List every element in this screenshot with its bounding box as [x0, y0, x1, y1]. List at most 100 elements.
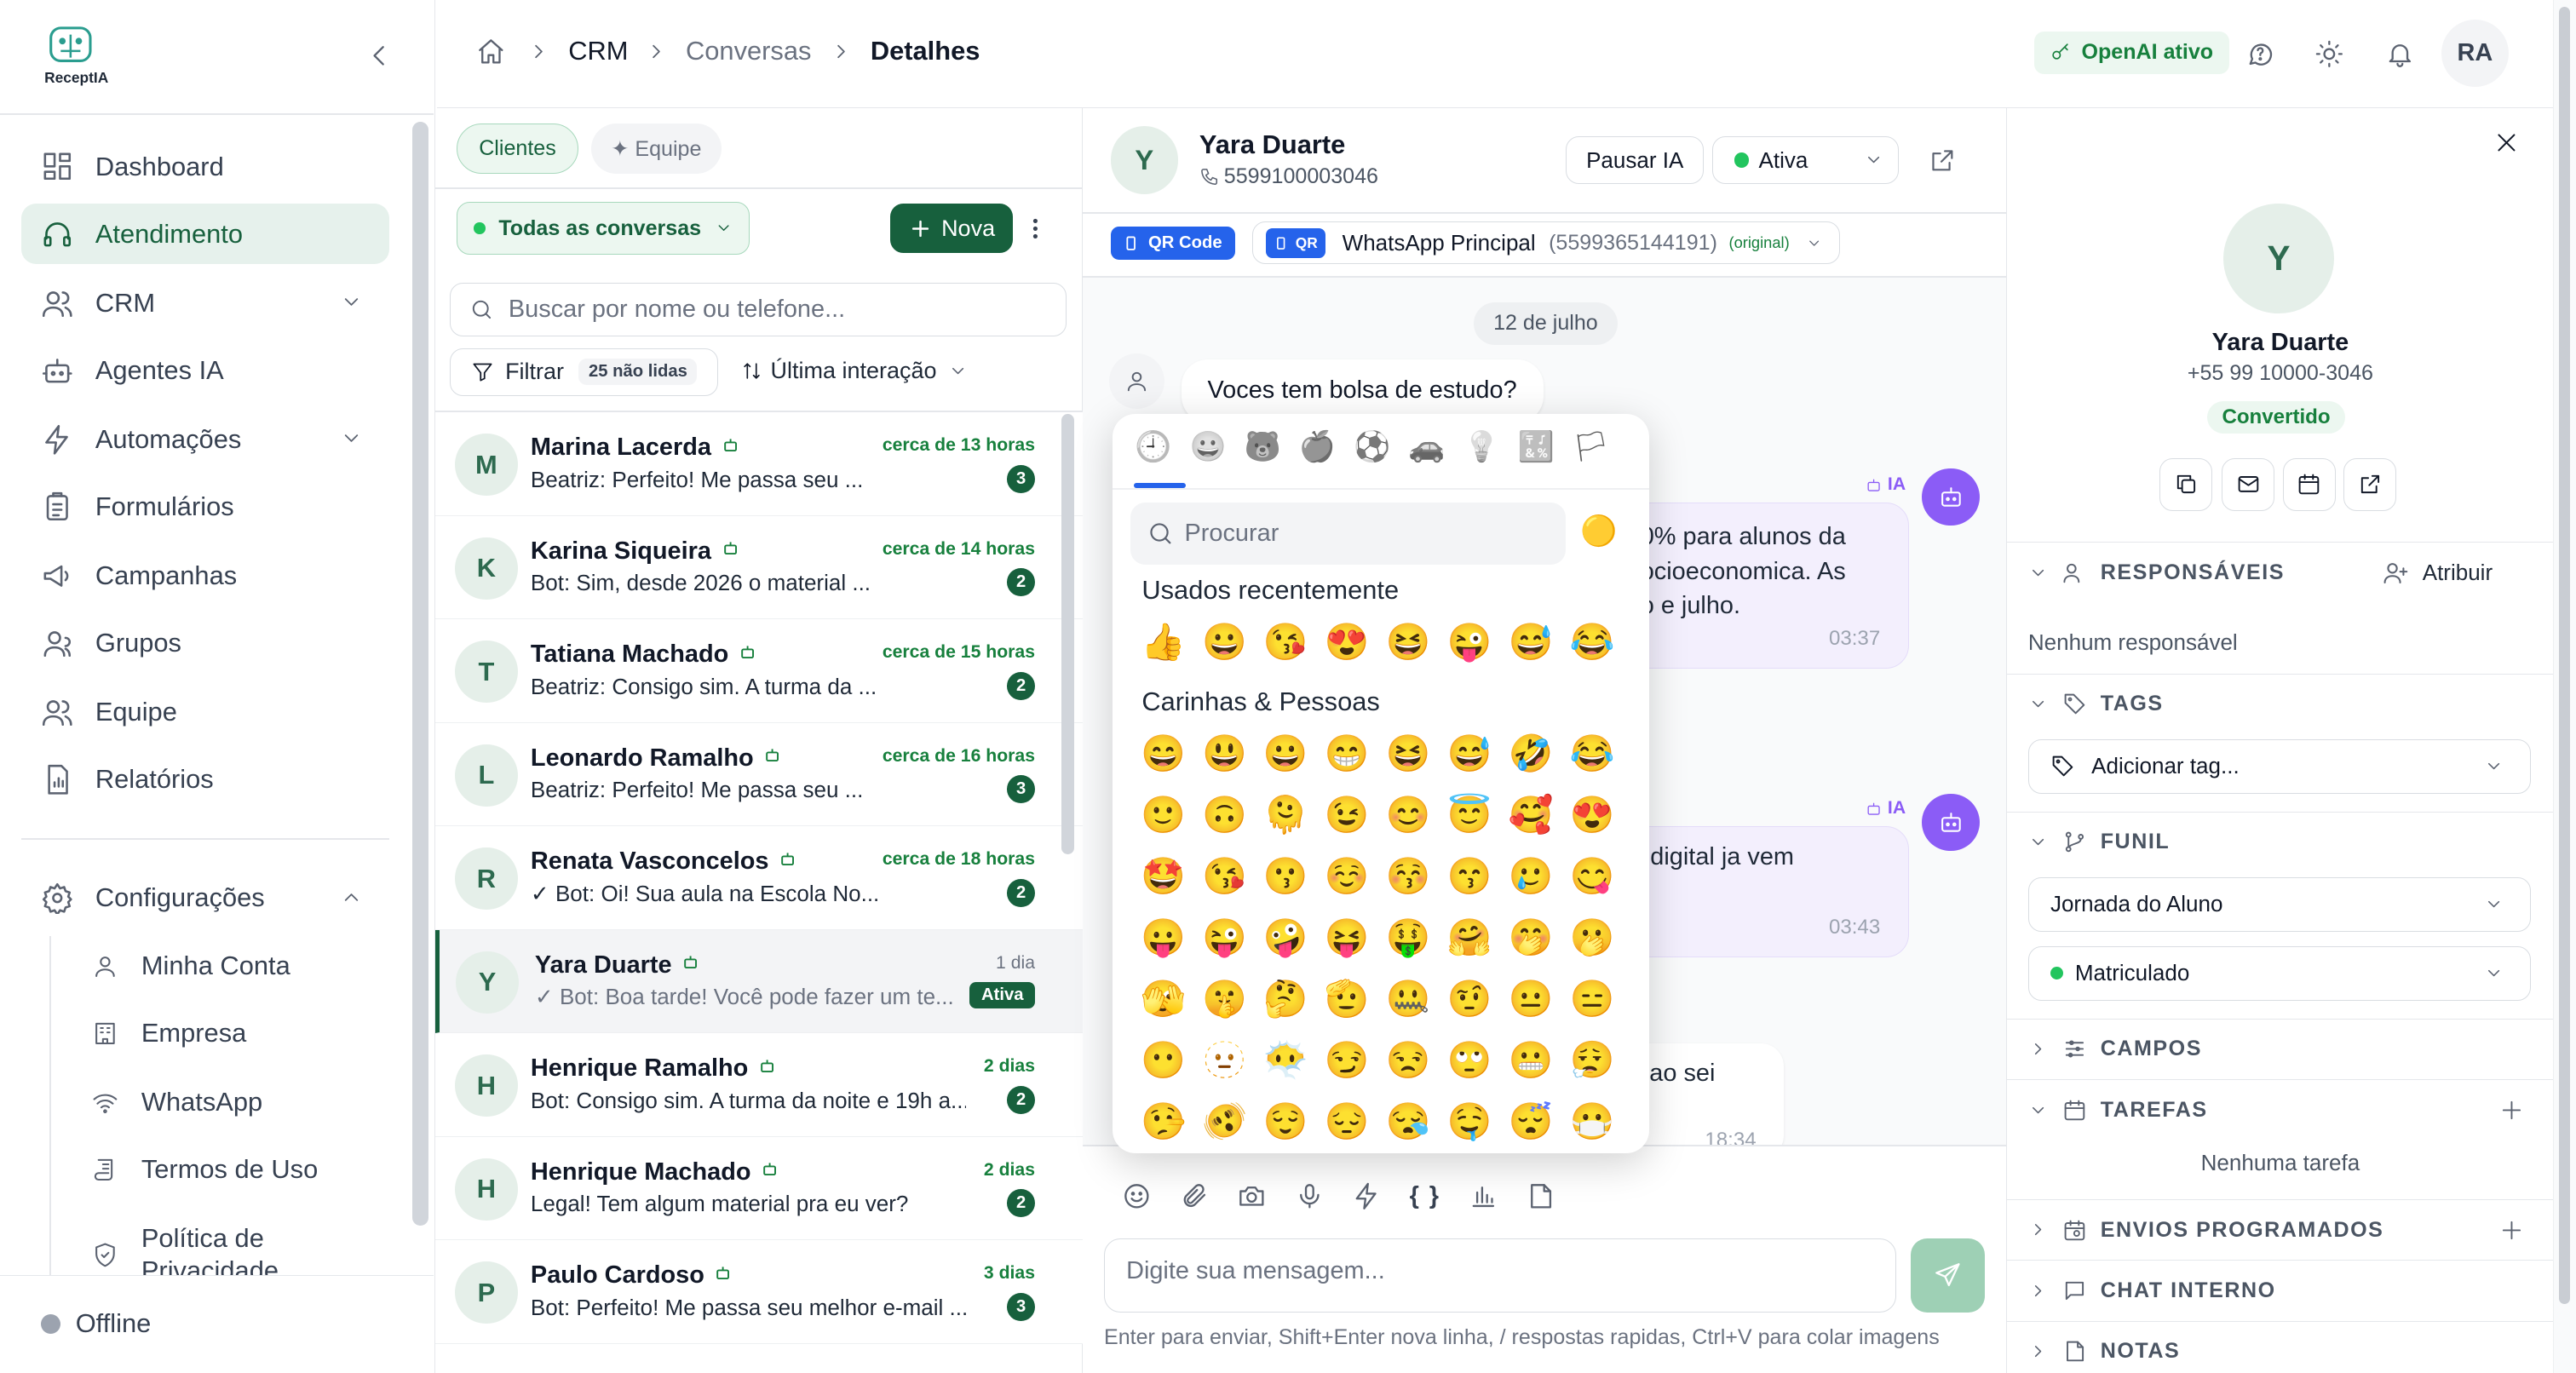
- search-input[interactable]: Buscar por nome ou telefone...: [450, 282, 1067, 337]
- conversation-item[interactable]: L Leonardo Ramalho Beatriz: Perfeito! Me p…: [435, 722, 1083, 827]
- emoji-item[interactable]: 😍: [1564, 787, 1620, 843]
- bar-chart-icon[interactable]: [1469, 1181, 1498, 1211]
- collapse-sidebar-button[interactable]: [365, 41, 394, 71]
- emoji-category-tab[interactable]: 🚗: [1407, 430, 1446, 464]
- offline-status[interactable]: Offline: [76, 1308, 152, 1339]
- emoji-category-tab[interactable]: 🔣: [1516, 430, 1555, 464]
- section-chat-interno[interactable]: CHAT INTERNO: [2006, 1260, 2555, 1320]
- emoji-item[interactable]: 😜: [1197, 910, 1253, 966]
- nav-whatsapp[interactable]: WhatsApp: [92, 1076, 404, 1129]
- emoji-item[interactable]: 👍: [1136, 614, 1192, 670]
- emoji-item[interactable]: 😀: [1258, 726, 1314, 782]
- page-scrollbar-thumb[interactable]: [2558, 6, 2571, 1305]
- nav-agentes-ia[interactable]: Agentes IA: [21, 340, 389, 400]
- conversation-filter-select[interactable]: Todas as conversas: [457, 202, 750, 255]
- emoji-item[interactable]: 😙: [1441, 848, 1498, 905]
- emoji-item[interactable]: 😬: [1503, 1032, 1559, 1089]
- emoji-category-tab[interactable]: 🍎: [1297, 430, 1337, 464]
- emoji-category-tab[interactable]: ⚽: [1353, 430, 1392, 464]
- sticker-icon[interactable]: [1526, 1181, 1555, 1211]
- emoji-item[interactable]: 😅: [1503, 614, 1559, 670]
- section-notas[interactable]: NOTAS: [2006, 1320, 2555, 1373]
- emoji-icon[interactable]: [1122, 1181, 1152, 1211]
- conversation-item[interactable]: M Marina Lacerda Beatriz: Perfeito! Me pas…: [435, 412, 1083, 516]
- emoji-item[interactable]: 🥲: [1503, 848, 1559, 905]
- nav-termos[interactable]: Termos de Uso: [92, 1143, 404, 1196]
- tab-equipe[interactable]: ✦ Equipe: [591, 123, 722, 175]
- plus-icon[interactable]: [2499, 1098, 2524, 1123]
- emoji-item[interactable]: 🤫: [1197, 971, 1253, 1027]
- sun-icon[interactable]: [2314, 39, 2344, 69]
- conversation-item[interactable]: H Henrique Machado Legal! Tem algum materi…: [435, 1136, 1083, 1241]
- variables-icon[interactable]: { }: [1410, 1182, 1440, 1210]
- nav-dashboard[interactable]: Dashboard: [21, 136, 389, 197]
- nav-empresa[interactable]: Empresa: [92, 1007, 404, 1060]
- emoji-item[interactable]: 🤨: [1441, 971, 1498, 1027]
- conversation-item[interactable]: T Tatiana Machado Beatriz: Consigo sim. A …: [435, 619, 1083, 723]
- home-icon[interactable]: [476, 37, 506, 66]
- emoji-item[interactable]: 😃: [1197, 726, 1253, 782]
- list-scrollbar[interactable]: [1061, 414, 1075, 854]
- app-logo[interactable]: ReceptIA: [44, 25, 108, 87]
- more-vertical-icon[interactable]: [1022, 215, 1049, 242]
- qr-code-badge[interactable]: QR Code: [1110, 227, 1236, 260]
- emoji-item[interactable]: 😉: [1319, 787, 1375, 843]
- assign-button[interactable]: Atribuir: [2383, 560, 2493, 586]
- emoji-item[interactable]: 😏: [1319, 1032, 1375, 1089]
- emoji-category-tab[interactable]: 💡: [1462, 430, 1501, 464]
- emoji-item[interactable]: 😁: [1319, 726, 1375, 782]
- whatsapp-instance-select[interactable]: QR WhatsApp Principal (5599365144191) (o…: [1251, 221, 1841, 265]
- emoji-item[interactable]: 😷: [1564, 1094, 1620, 1150]
- breadcrumb-conversas[interactable]: Conversas: [686, 36, 811, 66]
- emoji-item[interactable]: 🫥: [1197, 1032, 1253, 1089]
- emoji-item[interactable]: 😪: [1380, 1094, 1436, 1150]
- copy-button[interactable]: [2159, 458, 2212, 511]
- lightning-icon[interactable]: [1352, 1181, 1382, 1211]
- emoji-item[interactable]: 😜: [1441, 614, 1498, 670]
- nav-campanhas[interactable]: Campanhas: [21, 545, 389, 606]
- emoji-item[interactable]: 😍: [1319, 614, 1375, 670]
- emoji-item[interactable]: 🥰: [1503, 787, 1559, 843]
- send-button[interactable]: [1910, 1238, 1985, 1313]
- tab-clientes[interactable]: Clientes: [457, 123, 578, 175]
- emoji-item[interactable]: 😮‍💨: [1564, 1032, 1620, 1089]
- section-responsaveis[interactable]: RESPONSÁVEIS Atribuir: [2006, 542, 2555, 602]
- emoji-item[interactable]: 🤥: [1136, 1094, 1192, 1150]
- emoji-item[interactable]: 😝: [1319, 910, 1375, 966]
- emoji-item[interactable]: 😶‍🌫️: [1258, 1032, 1314, 1089]
- nav-configuracoes[interactable]: Configurações: [21, 867, 389, 928]
- emoji-item[interactable]: 🙃: [1197, 787, 1253, 843]
- emoji-item[interactable]: 😅: [1441, 726, 1498, 782]
- conversation-item[interactable]: P Paulo Cardoso Bot: Perfeito! Me passa se…: [435, 1240, 1083, 1344]
- external-link-icon[interactable]: [1929, 146, 1957, 175]
- emoji-item[interactable]: 🤔: [1258, 971, 1314, 1027]
- emoji-item[interactable]: 🫢: [1564, 910, 1620, 966]
- emoji-item[interactable]: 😐: [1503, 971, 1559, 1027]
- calendar-button[interactable]: [2282, 458, 2336, 511]
- email-button[interactable]: [2222, 458, 2275, 511]
- user-avatar[interactable]: RA: [2441, 20, 2509, 88]
- emoji-item[interactable]: 🤐: [1380, 971, 1436, 1027]
- emoji-item[interactable]: 😘: [1197, 848, 1253, 905]
- emoji-item[interactable]: 🤣: [1503, 726, 1559, 782]
- nav-minha-conta[interactable]: Minha Conta: [92, 939, 404, 992]
- plus-icon[interactable]: [2499, 1218, 2524, 1243]
- chat-status-select[interactable]: Ativa: [1711, 136, 1900, 184]
- emoji-item[interactable]: 🤪: [1258, 910, 1314, 966]
- conversation-item[interactable]: Y Yara Duarte ✓ Bot: Boa tarde! Você pode …: [435, 929, 1083, 1034]
- emoji-item[interactable]: 😂: [1564, 726, 1620, 782]
- emoji-item[interactable]: 😆: [1380, 726, 1436, 782]
- open-contact-button[interactable]: [2343, 458, 2396, 511]
- sidebar-scrollbar[interactable]: [412, 121, 429, 1226]
- emoji-item[interactable]: 🫠: [1258, 787, 1314, 843]
- funnel-select[interactable]: Jornada do Aluno: [2027, 876, 2532, 932]
- emoji-item[interactable]: 😂: [1564, 614, 1620, 670]
- camera-icon[interactable]: [1237, 1181, 1267, 1211]
- emoji-item[interactable]: 😛: [1136, 910, 1192, 966]
- emoji-item[interactable]: 😌: [1258, 1094, 1314, 1150]
- emoji-item[interactable]: 🤤: [1441, 1094, 1498, 1150]
- emoji-item[interactable]: 🤩: [1136, 848, 1192, 905]
- emoji-category-tab[interactable]: 🏳: [1571, 430, 1610, 464]
- breadcrumb-crm[interactable]: CRM: [568, 36, 628, 66]
- emoji-item[interactable]: 😶: [1136, 1032, 1192, 1089]
